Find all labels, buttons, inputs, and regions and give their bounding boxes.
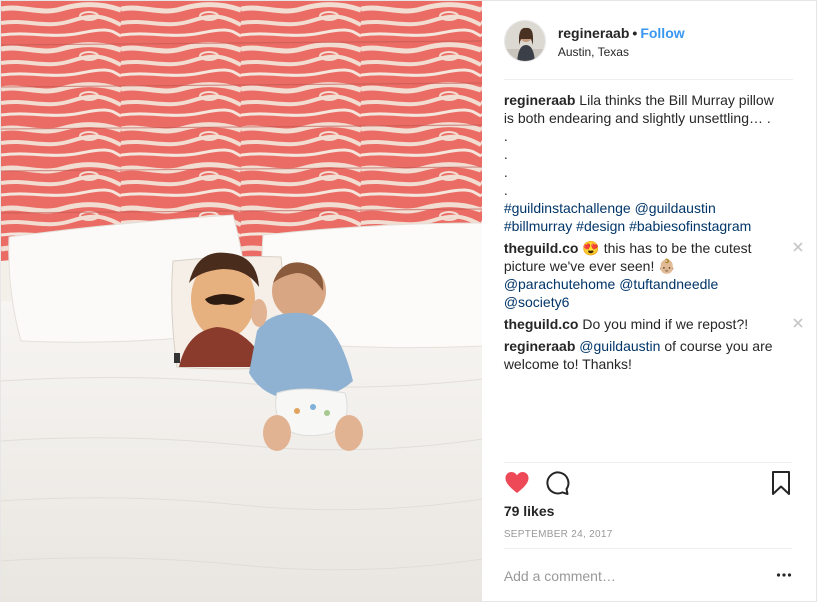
post-header: regineraab • Follow Austin, Texas [482, 1, 817, 80]
hashtag-link[interactable]: #babiesofinstagram [629, 218, 751, 234]
mention-link[interactable]: @guildaustin [635, 200, 716, 216]
divider [503, 462, 792, 463]
hashtag-link[interactable]: #billmurray [504, 218, 572, 234]
mention-link[interactable]: @guildaustin [579, 338, 660, 354]
header-line: regineraab • Follow [558, 24, 685, 42]
comment-bubble-icon[interactable] [544, 470, 570, 496]
more-options-icon[interactable] [776, 569, 792, 581]
avatar[interactable] [503, 19, 546, 62]
divider [503, 548, 792, 549]
action-bar [504, 468, 794, 496]
header-text: regineraab • Follow Austin, Texas [558, 24, 685, 60]
caption-dot: . [503, 128, 508, 144]
mention-link[interactable]: @tuftandneedle [619, 276, 718, 292]
caption-dot: . [503, 182, 508, 198]
comment: theguild.co 😍 this has to be the cutest … [504, 239, 803, 311]
comments-list: regineraab Lila thinks the Bill Murray p… [504, 91, 803, 377]
mention-link[interactable]: @parachutehome [504, 276, 616, 292]
comment: regineraab @guildaustin of course you ar… [504, 337, 794, 373]
comment-username[interactable]: theguild.co [504, 316, 579, 332]
comment: theguild.co Do you mind if we repost?! [504, 315, 803, 333]
location-link[interactable]: Austin, Texas [558, 44, 685, 60]
close-icon[interactable] [792, 317, 804, 329]
mention-link[interactable]: @society6 [504, 294, 570, 310]
caption-username[interactable]: regineraab [504, 92, 576, 108]
post-photo[interactable] [1, 1, 482, 602]
baby-emoji: 👶🏼 [658, 258, 676, 274]
heart-eyes-emoji: 😍 [582, 240, 600, 256]
hashtag-link[interactable]: #guildinstachallenge [504, 200, 631, 216]
separator-dot: • [632, 24, 638, 41]
caption: regineraab Lila thinks the Bill Murray p… [504, 91, 794, 235]
close-icon[interactable] [792, 241, 804, 253]
caption-dot: . [503, 164, 508, 180]
header-username[interactable]: regineraab [558, 25, 630, 41]
photo-illustration [1, 1, 482, 602]
instagram-post: regineraab • Follow Austin, Texas reginera… [0, 0, 817, 602]
follow-button[interactable]: Follow [640, 25, 684, 41]
heart-icon[interactable] [504, 470, 530, 496]
post-details-panel: regineraab • Follow Austin, Texas reginera… [482, 1, 816, 602]
likes-count[interactable]: 79 likes [504, 503, 555, 519]
comment-username[interactable]: theguild.co [504, 240, 579, 256]
post-date[interactable]: SEPTEMBER 24, 2017 [504, 529, 613, 540]
add-comment-input[interactable] [503, 565, 744, 587]
hashtag-link[interactable]: #design [576, 218, 625, 234]
bookmark-icon[interactable] [768, 470, 794, 496]
comment-text: Do you mind if we repost?! [582, 316, 749, 332]
comment-username[interactable]: regineraab [504, 338, 576, 354]
caption-dot: . [503, 146, 508, 162]
avatar-image [504, 20, 545, 61]
